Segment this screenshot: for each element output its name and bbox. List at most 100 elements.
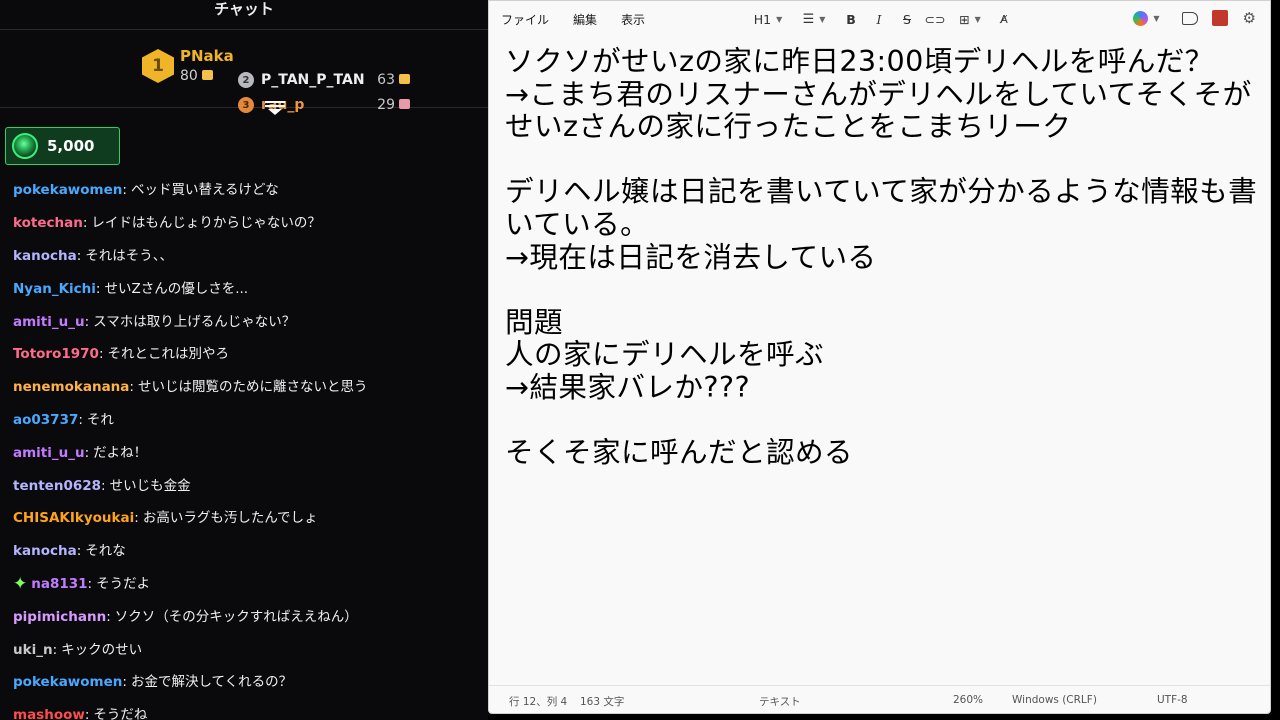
chat-message-text: お金で解決してくれるの？: [130, 674, 293, 691]
clear-formatting-button[interactable]: A̸: [991, 9, 1017, 29]
chat-username[interactable]: nenemokanana: [13, 371, 129, 403]
heading-dropdown[interactable]: H1 ▼: [745, 9, 791, 29]
username-separator: :: [101, 477, 106, 494]
chat-username[interactable]: na8131: [31, 568, 87, 600]
chat-message: uki_n: キックのせい: [0, 633, 488, 666]
megaphone-icon[interactable]: [1181, 11, 1198, 25]
chevron-down-icon: ▼: [974, 14, 981, 24]
list-dropdown[interactable]: ☰ ▼: [791, 9, 837, 29]
chat-username[interactable]: uki_n: [13, 634, 53, 666]
heading-label: H1: [753, 11, 772, 27]
menu-file[interactable]: ファイル: [501, 11, 549, 28]
chat-username[interactable]: amiti_u_u: [13, 306, 85, 338]
chat-username[interactable]: kanocha: [13, 535, 77, 567]
chat-message: ao03737: それ: [0, 404, 488, 437]
chat-username[interactable]: pokekawomen: [13, 666, 122, 698]
bronze-medal-icon: 3: [238, 97, 254, 113]
gear-icon[interactable]: ⚙: [1243, 9, 1256, 27]
chevron-down-icon: ▼: [776, 14, 783, 24]
chat-message-text: せいじも金金: [109, 477, 191, 494]
chat-message: CHISAKIkyoukai: お高いラグも汚したんでしょ: [0, 502, 488, 535]
username-separator: :: [106, 608, 111, 625]
copilot-icon[interactable]: [1133, 10, 1149, 26]
text-mode[interactable]: テキスト: [759, 694, 801, 709]
username-separator: :: [87, 575, 93, 592]
chat-username[interactable]: pipimichann: [13, 601, 106, 633]
chat-message: pipimichann: ソクソ（その分キックすればええねん）: [0, 600, 488, 633]
chat-username[interactable]: pokekawomen: [13, 174, 122, 206]
chat-message-text: それとこれは別やろ: [107, 346, 230, 363]
chat-message: pokekawomen: ベッド買い替えるけどな: [0, 174, 488, 207]
gift-icon: [399, 99, 410, 109]
leaderboard-expand-icon[interactable]: [265, 99, 285, 115]
strikethrough-button[interactable]: S: [893, 9, 921, 29]
table-dropdown[interactable]: ⊞ ▼: [949, 9, 991, 29]
chat-message-text: お高いラグも汚したんでしょ: [142, 510, 318, 527]
chat-username[interactable]: mashoow: [13, 699, 85, 720]
link-button[interactable]: ⊂⊃: [921, 9, 949, 29]
chat-message: Totoro1970: それとこれは別やろ: [0, 338, 488, 371]
chat-username[interactable]: CHISAKIkyoukai: [13, 502, 134, 534]
account-avatar-icon[interactable]: [1211, 10, 1228, 26]
italic-button[interactable]: I: [865, 9, 893, 29]
username-separator: :: [98, 346, 104, 363]
silver-medal-icon: 2: [238, 72, 254, 88]
formatting-toolbar: H1 ▼ ☰ ▼ B I S ⊂⊃ ⊞ ▼ A̸: [745, 9, 1017, 29]
chat-username[interactable]: Nyan_Kichi: [13, 273, 96, 305]
username-separator: :: [134, 510, 139, 527]
link-icon: ⊂⊃: [924, 11, 946, 27]
gift-icon: [201, 70, 213, 80]
menu-edit[interactable]: 編集: [573, 11, 597, 28]
bold-button[interactable]: B: [837, 9, 865, 29]
chat-message-text: レイドはもんじょりからじゃないの？: [91, 215, 321, 232]
chat-username[interactable]: ao03737: [13, 404, 78, 436]
chat-message: kotechan: レイドはもんじょりからじゃないの？: [0, 207, 488, 240]
gift-orb-icon: [12, 133, 38, 159]
chat-username[interactable]: amiti_u_u: [13, 437, 85, 469]
chat-message: pokekawomen: お金で解決してくれるの？: [0, 666, 488, 699]
leaderboard-second[interactable]: 2 P_TAN_P_TAN 63: [238, 72, 410, 88]
leaderboard-second-name: P_TAN_P_TAN: [261, 72, 365, 88]
chat-message-text: だよね！: [93, 444, 148, 461]
chat-message: kanocha: それな: [0, 535, 488, 568]
username-separator: :: [84, 313, 90, 330]
chat-message: mashoow: そうだね: [0, 699, 488, 720]
username-separator: :: [52, 641, 58, 658]
encoding[interactable]: UTF-8: [1157, 694, 1188, 706]
username-separator: :: [76, 543, 82, 560]
menu-view[interactable]: 表示: [621, 11, 645, 28]
notepad-window: ファイル 編集 表示 H1 ▼ ☰ ▼ B I S ⊂⊃ ⊞ ▼ A̸ ▼ ⚙ ソクソ…: [488, 0, 1271, 714]
chat-message: amiti_u_u: スマホは取り上げるんじゃない？: [0, 305, 488, 338]
clear-formatting-icon: A̸: [1000, 12, 1008, 26]
line-ending[interactable]: Windows (CRLF): [1012, 694, 1097, 706]
chat-message: kanocha: それはそう、、: [0, 240, 488, 273]
chat-message-text: それ: [86, 411, 114, 428]
gift-icon: [399, 74, 410, 84]
username-separator: :: [78, 411, 83, 428]
leaderboard-third[interactable]: 3 rau_p 29: [238, 97, 410, 113]
zoom-level[interactable]: 260%: [953, 694, 983, 706]
chat-message-text: ソクソ（その分キックすればええねん）: [114, 608, 358, 625]
list-icon: ☰: [802, 11, 815, 27]
character-count: 163 文字: [580, 696, 625, 708]
leaderboard-first-score: 80: [180, 68, 198, 84]
leaderboard-first-name: PNaka: [180, 47, 234, 65]
chat-message: nenemokanana: せいじは閲覧のために離さないと思う: [0, 371, 488, 404]
chevron-down-icon: ▼: [819, 14, 826, 24]
chat-username[interactable]: tenten0628: [13, 470, 101, 502]
chevron-down-icon[interactable]: ▼: [1153, 14, 1159, 23]
chat-username[interactable]: kotechan: [13, 207, 83, 239]
text-editor[interactable]: ソクソがせいzの家に昨日23:00頃デリヘルを呼んだ？ →こまち君のリスナーさん…: [505, 45, 1265, 675]
chat-header: チャット: [0, 0, 488, 30]
gift-amount: 5,000: [47, 137, 95, 155]
leaderboard-first[interactable]: 1 PNaka 80: [142, 47, 234, 85]
chat-username[interactable]: Totoro1970: [13, 338, 99, 370]
username-separator: :: [82, 215, 88, 232]
chat-username[interactable]: kanocha: [13, 240, 77, 272]
pinned-gift-badge[interactable]: 5,000: [5, 127, 120, 165]
username-separator: :: [84, 707, 90, 720]
cursor-position: 行 12、列 4: [509, 696, 568, 708]
window-tools: ▼ ⚙: [1133, 9, 1256, 27]
chat-message: tenten0628: せいじも金金: [0, 469, 488, 502]
chat-message: ✦ na8131: そうだよ: [0, 568, 488, 601]
